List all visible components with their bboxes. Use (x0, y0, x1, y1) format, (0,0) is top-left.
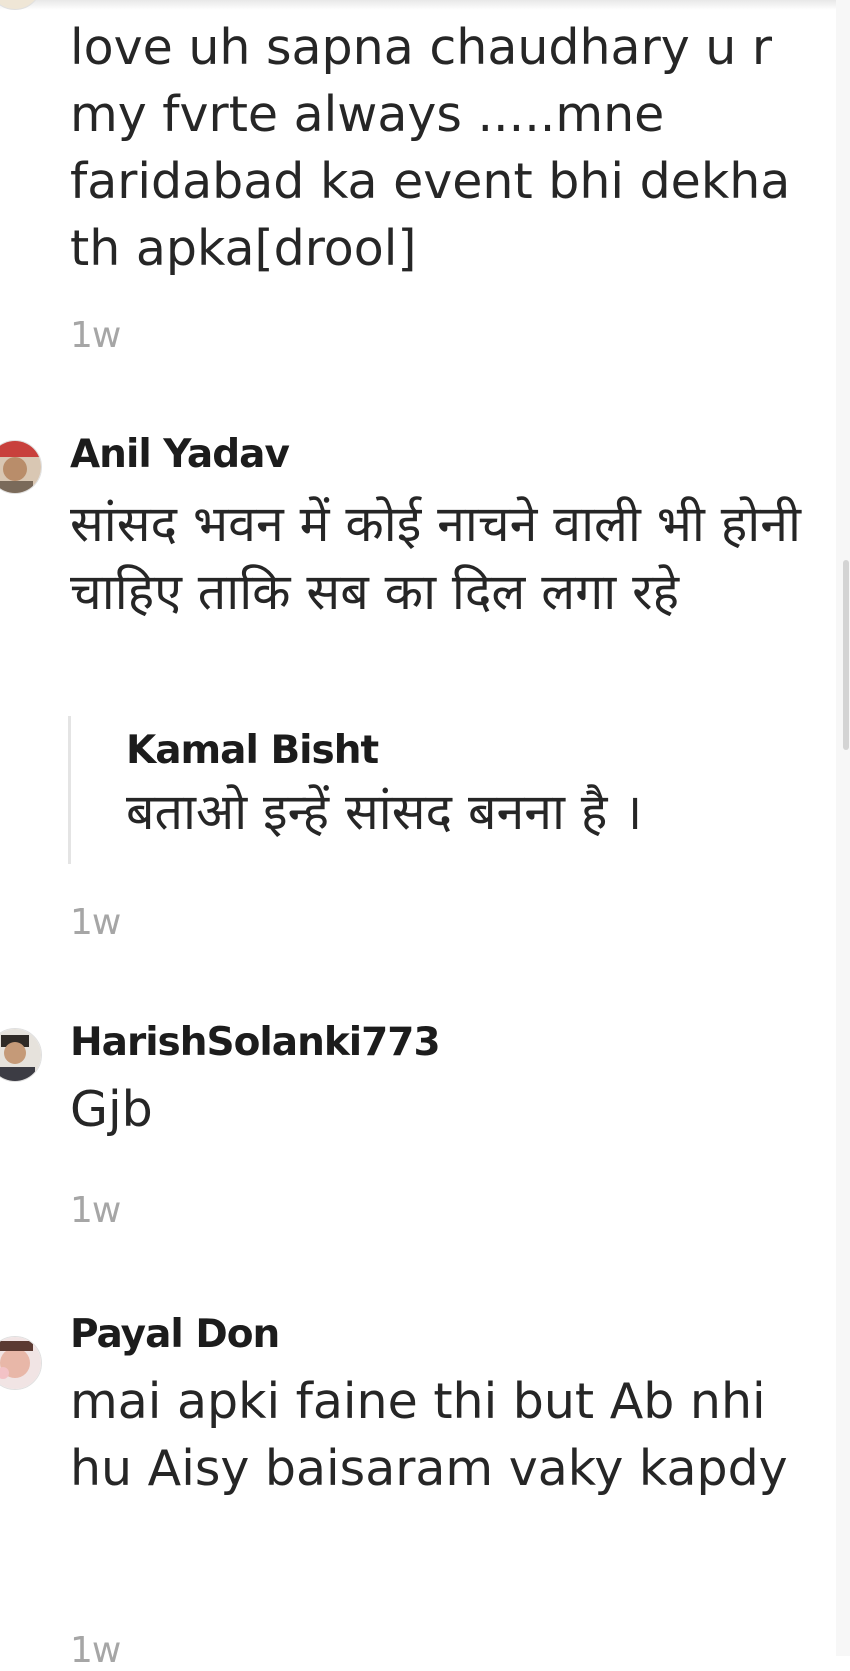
avatar-image (0, 1029, 41, 1081)
avatar[interactable] (0, 1336, 42, 1390)
comment-text: mai apki faine thi but Ab nhi hu Aisy ba… (70, 1373, 788, 1497)
comment-author[interactable]: Anil Yadav (70, 432, 290, 477)
scrollbar-track[interactable] (836, 0, 850, 1656)
comment-item: HarishSolanki773 Gjb 1w (0, 1010, 830, 1270)
avatar[interactable] (0, 1028, 42, 1082)
avatar-image (0, 441, 41, 493)
avatar[interactable] (0, 0, 42, 10)
avatar[interactable] (0, 440, 42, 494)
scrollbar-thumb[interactable] (843, 560, 849, 750)
comment-author[interactable]: HarishSolanki773 (70, 1020, 441, 1065)
comment-item: love uh sapna chaudhary u r my fvrte alw… (0, 0, 830, 380)
comment-author[interactable]: Payal Don (70, 1312, 280, 1357)
comment-item: Payal Don mai apki faine thi but Ab nhi … (0, 1310, 830, 1671)
comment-text: सांसद भवन में कोई नाचने वाली भी होनी चाह… (70, 495, 801, 621)
comment-timestamp[interactable]: 1w (70, 902, 121, 943)
comment-timestamp[interactable]: 1w (70, 1630, 121, 1671)
comment-text: Gjb (70, 1081, 153, 1138)
comment-timestamp[interactable]: 1w (70, 1190, 121, 1231)
comment-text: love uh sapna chaudhary u r my fvrte alw… (70, 19, 791, 277)
quoted-reply: Kamal Bisht बताओ इन्हें सांसद बनना है । (68, 716, 823, 864)
reply-text: बताओ इन्हें सांसद बनना है । (126, 783, 643, 841)
avatar-image (0, 1337, 41, 1389)
comment-timestamp[interactable]: 1w (70, 315, 121, 356)
reply-author[interactable]: Kamal Bisht (126, 728, 379, 773)
comment-item: Anil Yadav सांसद भवन में कोई नाचने वाली … (0, 420, 830, 1000)
